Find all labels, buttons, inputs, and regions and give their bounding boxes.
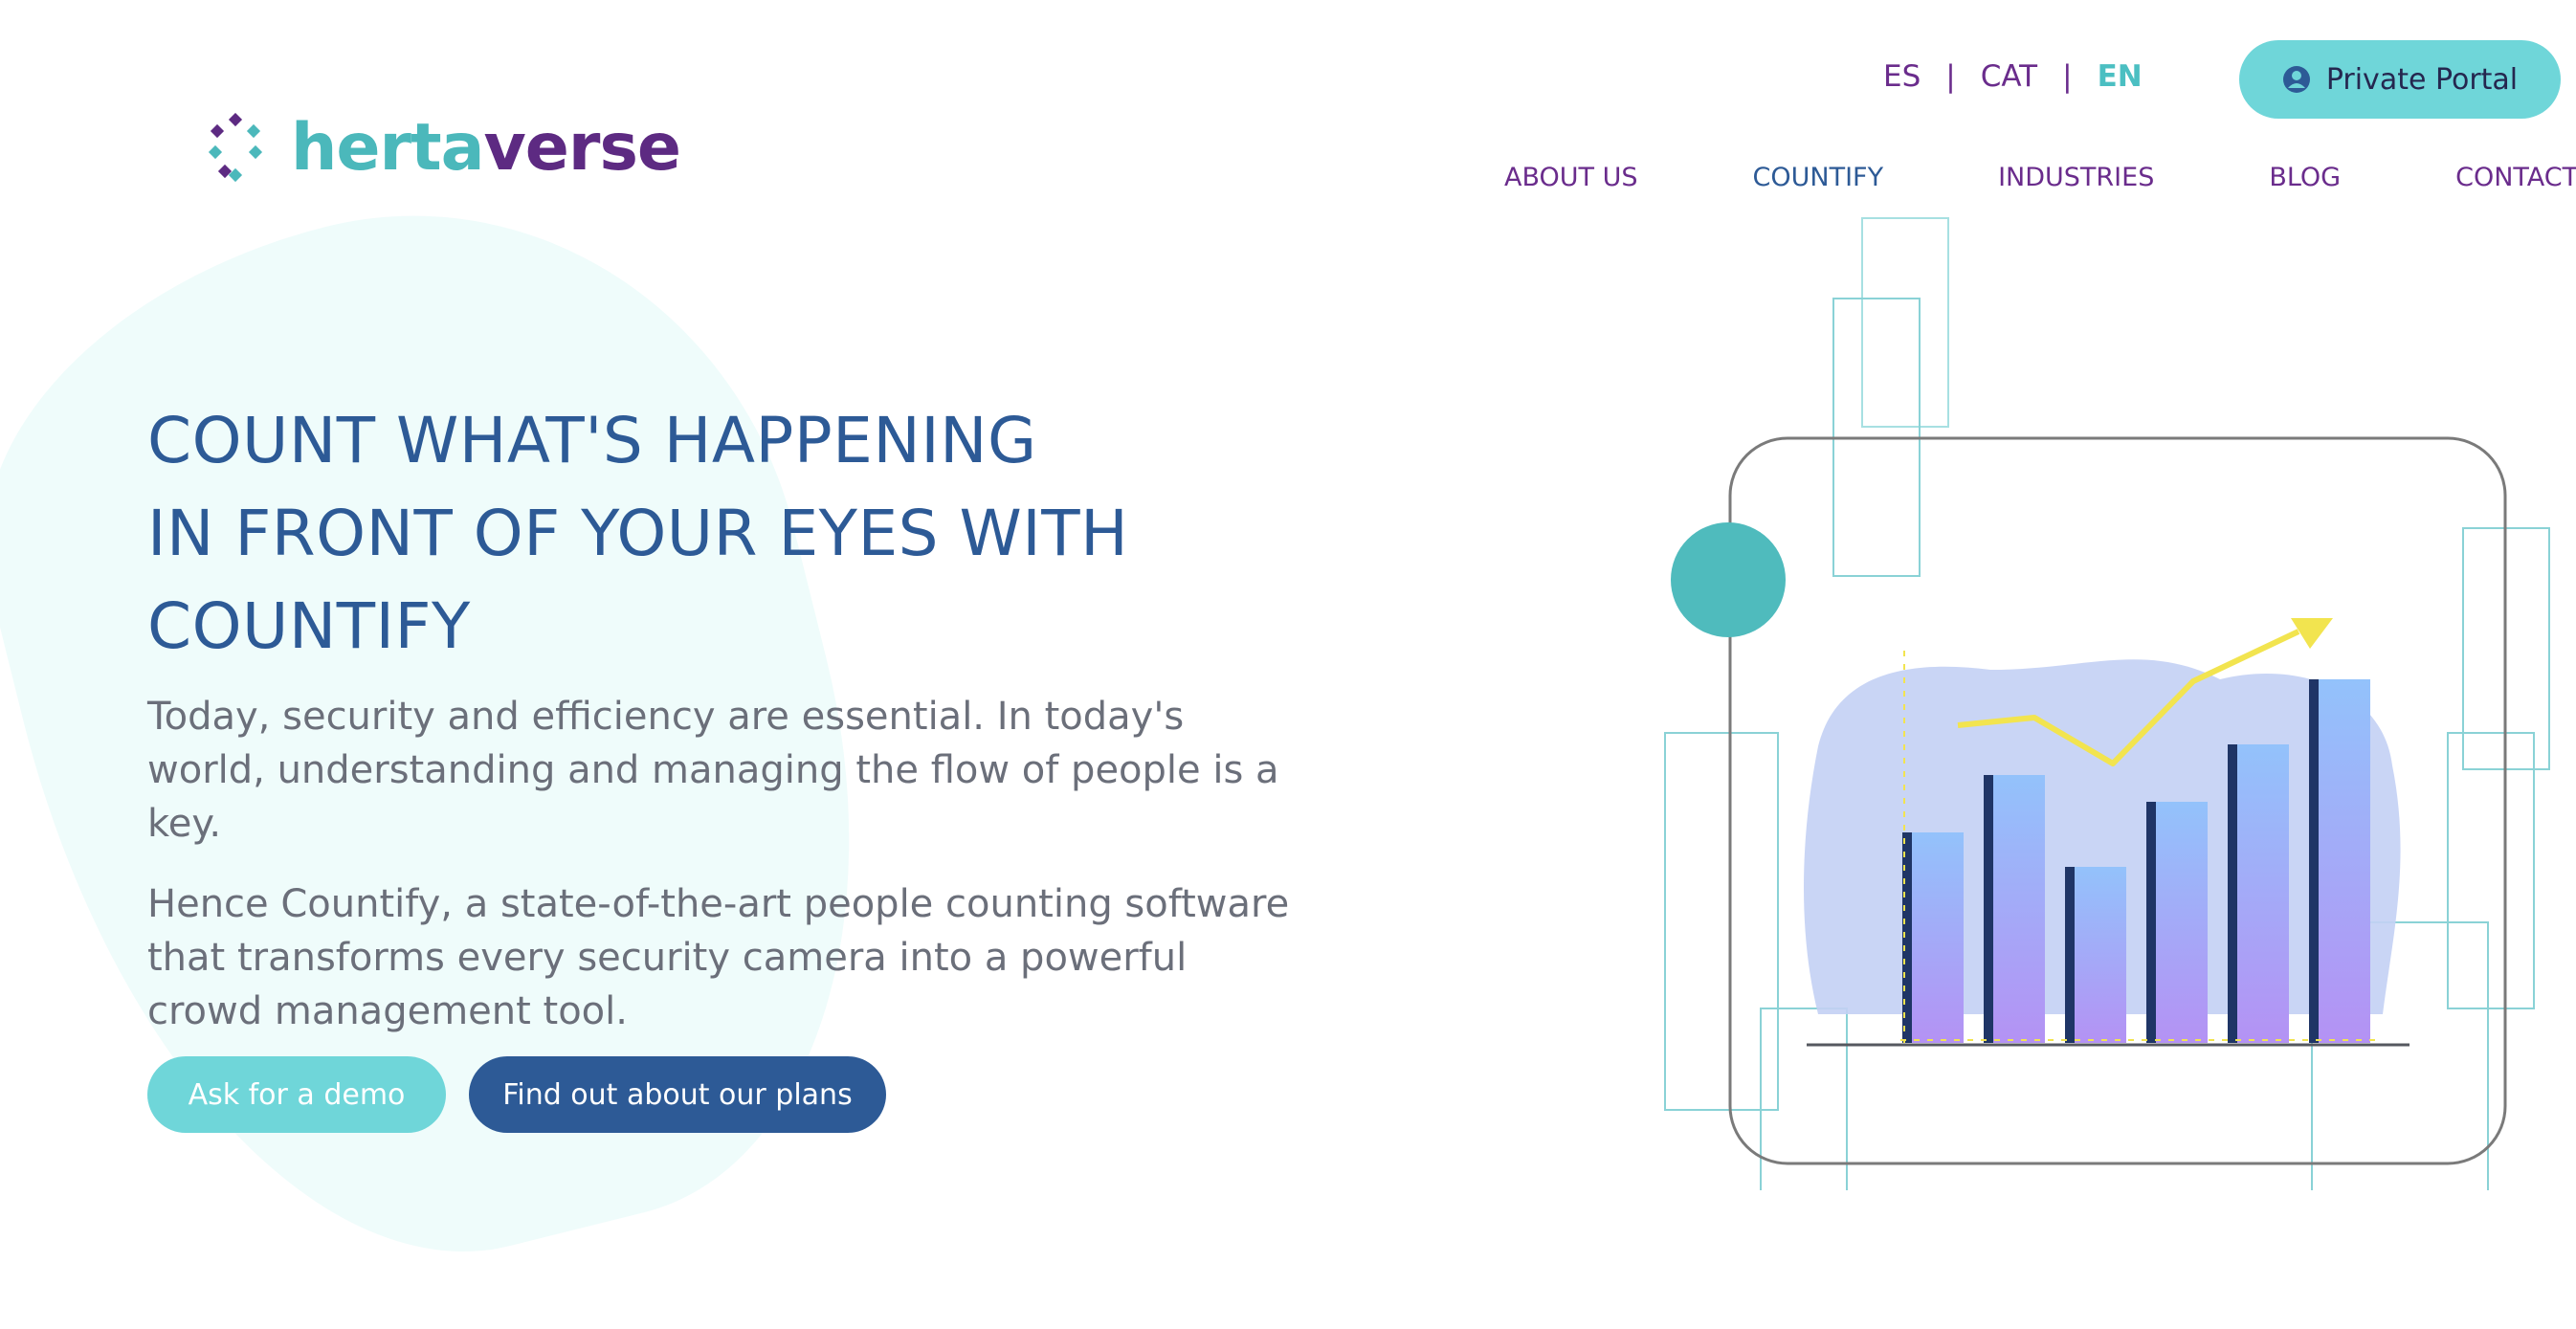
illustration-bar-edge xyxy=(1984,775,1993,1043)
nav-item-blog[interactable]: BLOG xyxy=(2269,163,2341,192)
user-circle-icon xyxy=(2282,66,2310,93)
hero-paragraph-2: Hence Countify, a state-of-the-art peopl… xyxy=(147,882,1290,1033)
illustration-bar-edge xyxy=(2146,802,2156,1043)
nav-item-countify[interactable]: COUNTIFY xyxy=(1753,163,1884,192)
lang-separator: | xyxy=(2062,59,2073,94)
lang-es[interactable]: ES xyxy=(1883,59,1921,94)
hero-title-line: IN FRONT OF YOUR EYES WITH xyxy=(147,497,1129,570)
deco-outline-rect xyxy=(2447,732,2535,1009)
brand-name-herta: herta xyxy=(291,110,484,186)
private-portal-label: Private Portal xyxy=(2325,62,2519,97)
hertaverse-snowflake-logo-icon xyxy=(208,113,263,183)
lang-cat[interactable]: CAT xyxy=(1981,59,2037,94)
hero-paragraph-1: Today, security and efficiency are essen… xyxy=(147,695,1279,846)
nav-item-contact[interactable]: CONTACT xyxy=(2455,163,2576,192)
hero-title-line: COUNT WHAT'S HAPPENING xyxy=(147,404,1037,477)
main-nav: ABOUT US COUNTIFY INDUSTRIES BLOG CONTAC… xyxy=(1504,163,2576,192)
hero-section: COUNT WHAT'S HAPPENING IN FRONT OF YOUR … xyxy=(147,394,1353,1038)
ask-for-demo-button[interactable]: Ask for a demo xyxy=(147,1056,446,1133)
nav-item-about-us[interactable]: ABOUT US xyxy=(1504,163,1638,192)
find-plans-button[interactable]: Find out about our plans xyxy=(469,1056,886,1133)
illustration-bar-edge xyxy=(2228,744,2237,1043)
private-portal-button[interactable]: Private Portal xyxy=(2239,40,2561,119)
teal-dot xyxy=(1671,522,1786,637)
hero-title: COUNT WHAT'S HAPPENING IN FRONT OF YOUR … xyxy=(147,394,1353,673)
brand-name: hertaverse xyxy=(291,116,681,181)
lang-en[interactable]: EN xyxy=(2098,59,2143,94)
language-switcher: ES | CAT | EN xyxy=(1883,59,2143,94)
lang-separator: | xyxy=(1945,59,1956,94)
illustration-bar-edge xyxy=(2065,867,2075,1043)
hero-title-line: COUNTIFY xyxy=(147,589,471,663)
brand-name-verse: verse xyxy=(483,110,681,186)
nav-item-industries[interactable]: INDUSTRIES xyxy=(1998,163,2154,192)
illustration-bar-edge xyxy=(2309,679,2319,1043)
hero-buttons: Ask for a demo Find out about our plans xyxy=(147,1056,886,1133)
deco-outline-rect xyxy=(1861,217,1949,428)
brand-logo[interactable]: hertaverse xyxy=(207,113,681,184)
bar-chart-trend-illustration xyxy=(1664,217,2550,1190)
